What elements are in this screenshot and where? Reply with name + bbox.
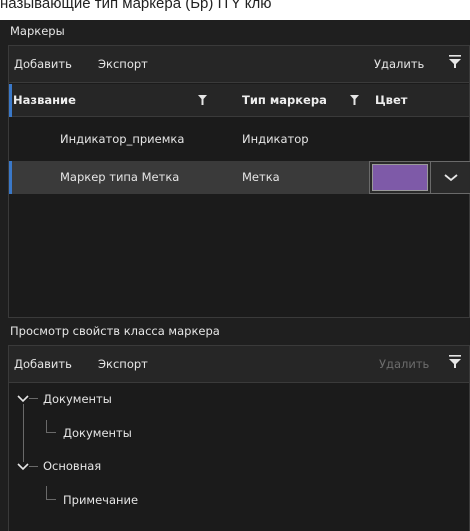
- header-accent-bar: [9, 84, 12, 117]
- tree-node-note[interactable]: Примечание: [63, 493, 138, 507]
- markers-toolbar: Добавить Экспорт Удалить: [9, 46, 469, 83]
- add-marker-button[interactable]: Добавить: [14, 57, 72, 71]
- tree-vertical-line: [46, 420, 47, 432]
- row-type-cell: Индикатор: [242, 132, 309, 146]
- export-properties-button[interactable]: Экспорт: [98, 357, 148, 371]
- chevron-down-icon: [444, 174, 458, 182]
- properties-toolbar: Добавить Экспорт Удалить: [9, 346, 469, 383]
- row-type-cell: Метка: [242, 170, 280, 184]
- tree-connector: [29, 466, 38, 467]
- filter-icon[interactable]: [449, 355, 461, 369]
- markers-panel: Добавить Экспорт Удалить Название Тип ма…: [8, 45, 470, 318]
- chevron-down-icon[interactable]: [17, 394, 29, 404]
- chevron-down-icon[interactable]: [17, 462, 29, 472]
- table-row-selected[interactable]: Маркер типа Метка Метка: [9, 161, 470, 194]
- row-accent-bar: [9, 161, 12, 194]
- column-type-filter-icon[interactable]: [350, 95, 359, 105]
- column-name-header[interactable]: Название: [13, 93, 76, 107]
- properties-panel: Добавить Экспорт Удалить Документы Докум…: [8, 345, 470, 531]
- row-name-cell: Маркер типа Метка: [60, 170, 180, 184]
- tree-connector: [29, 398, 38, 399]
- tree-connector: [46, 432, 56, 433]
- color-swatch[interactable]: [372, 164, 428, 191]
- tree-node-documents[interactable]: Документы: [43, 392, 112, 406]
- tree-vertical-line: [46, 486, 47, 499]
- markers-section-title: Маркеры: [10, 24, 65, 38]
- table-row[interactable]: Индикатор_приемка Индикатор: [9, 123, 469, 156]
- markers-grid-header: Название Тип маркера Цвет: [9, 84, 469, 117]
- column-type-header[interactable]: Тип маркера: [242, 93, 327, 107]
- tree-node-main[interactable]: Основная: [43, 459, 101, 473]
- tree-vertical-line: [23, 404, 24, 462]
- tree-connector: [46, 499, 56, 500]
- column-name-filter-icon[interactable]: [198, 95, 207, 105]
- color-picker[interactable]: [369, 161, 470, 194]
- export-markers-button[interactable]: Экспорт: [98, 57, 148, 71]
- add-property-button[interactable]: Добавить: [14, 357, 72, 371]
- row-name-cell: Индикатор_приемка: [60, 132, 185, 146]
- cropped-header-text: называющие тип маркера (Бр) ITY клю: [0, 0, 272, 12]
- tree-node-documents-child[interactable]: Документы: [63, 426, 132, 440]
- filter-icon[interactable]: [449, 55, 461, 69]
- column-color-header[interactable]: Цвет: [375, 93, 407, 107]
- delete-property-button[interactable]: Удалить: [379, 357, 429, 371]
- delete-marker-button[interactable]: Удалить: [374, 57, 424, 71]
- color-dropdown-button[interactable]: [430, 162, 470, 193]
- properties-section-title: Просмотр свойств класса маркера: [10, 324, 220, 338]
- cropped-header-strip: называющие тип маркера (Бр) ITY клю: [0, 0, 470, 20]
